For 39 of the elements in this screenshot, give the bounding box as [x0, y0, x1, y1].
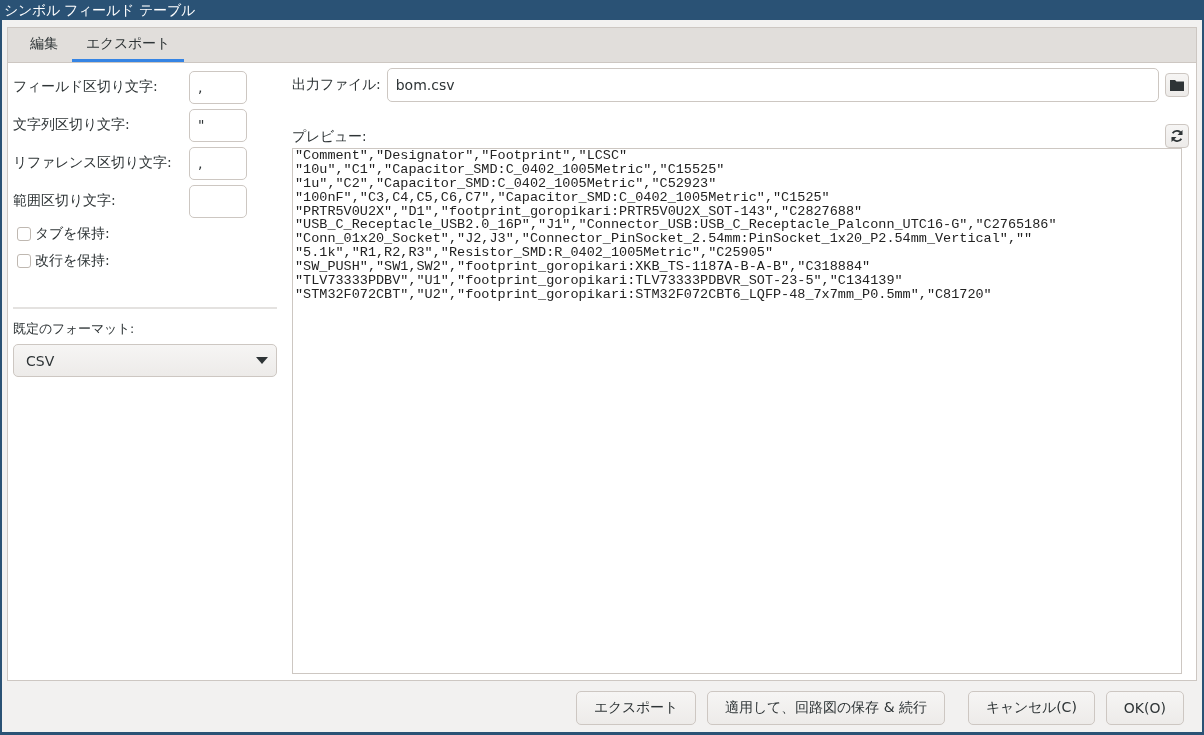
- dialog-button[interactable]: キャンセル(C): [968, 691, 1095, 725]
- delimiter-field[interactable]: ,: [189, 146, 247, 180]
- preview-line: "PRTR5V0U2X","D1","footprint_goropikari:PRTR5V0U2X_SOT-143","C2827688": [295, 204, 863, 219]
- tab[interactable]: 編集: [16, 28, 72, 62]
- preview-line: "1u","C2","Capacitor_SMD:C_0402_1005Metric","C52923": [295, 176, 717, 191]
- dialog-button[interactable]: エクスポート: [576, 691, 697, 725]
- delimiter-field[interactable]: ,: [189, 70, 247, 104]
- checkbox[interactable]: [17, 253, 31, 268]
- field-label: リファレンス区切り文字:: [13, 154, 172, 172]
- preview-line: "Comment","Designator","Footprint","LCSC": [295, 149, 629, 163]
- folder-icon: [1170, 79, 1184, 91]
- preview-line: "USB_C_Receptacle_USB2.0_16P","J1","Connector_USB:USB_C_Receptacle_Palconn_UTC16-G","C2765186": [295, 218, 1058, 233]
- field-label: 範囲区切り文字:: [13, 192, 116, 210]
- preview-line: "5.1k","R1,R2,R3","Resistor_SMD:R_0402_1005Metric","C25905": [295, 246, 774, 261]
- delimiter-field[interactable]: [189, 184, 247, 218]
- checkbox[interactable]: [17, 226, 31, 241]
- preview-line: "SW_PUSH","SW1,SW2","footprint_goropikari:XKB_TS-1187A-B-A-B","C318884": [295, 260, 872, 274]
- format-label: 既定のフォーマット:: [13, 321, 136, 338]
- delimiter-field[interactable]: ": [189, 108, 247, 142]
- preview-label: プレビュー:: [292, 128, 367, 146]
- output-file-label: 出力ファイル:: [292, 76, 381, 94]
- browse-button[interactable]: [1165, 73, 1189, 97]
- checkbox-label: タブを保持:: [35, 224, 110, 243]
- preview-line: "TLV73333PDBV","U1","footprint_goropikari:TLV73333PDBVR_SOT-23-5","C134139": [295, 274, 904, 288]
- preview-line: "STM32F072CBT","U2","footprint_goropikari:STM32F072CBT6_LQFP-48_7x7mm_P0.5mm","C81720": [295, 287, 993, 302]
- preview-line: "100nF","C3,C4,C5,C6,C7","Capacitor_SMD:C_0402_1005Metric","C1525": [295, 190, 830, 205]
- dropdown-arrow-icon: [256, 357, 268, 364]
- dialog-button[interactable]: 適用して、回路図の保存 & 続行: [707, 691, 946, 725]
- output-file-field[interactable]: bom.csv: [386, 68, 1159, 102]
- window-title: シンボル フィールド テーブル: [3, 1, 195, 20]
- checkbox-label: 改行を保持:: [35, 251, 110, 270]
- preview-line: "10u","C1","Capacitor_SMD:C_0402_1005Metric","C15525": [295, 162, 726, 177]
- preview-line: "Conn_01x20_Socket","J2,J3","Connector_PinSocket_2.54mm:PinSocket_1x20_P2.54mm_Vertical","": [295, 232, 1034, 247]
- format-dropdown[interactable]: CSV: [13, 344, 277, 377]
- field-label: フィールド区切り文字:: [13, 78, 158, 96]
- field-label: 文字列区切り文字:: [13, 116, 130, 134]
- dialog-button[interactable]: OK(O): [1105, 691, 1184, 725]
- refresh-button[interactable]: [1165, 124, 1189, 148]
- refresh-icon: [1170, 129, 1184, 143]
